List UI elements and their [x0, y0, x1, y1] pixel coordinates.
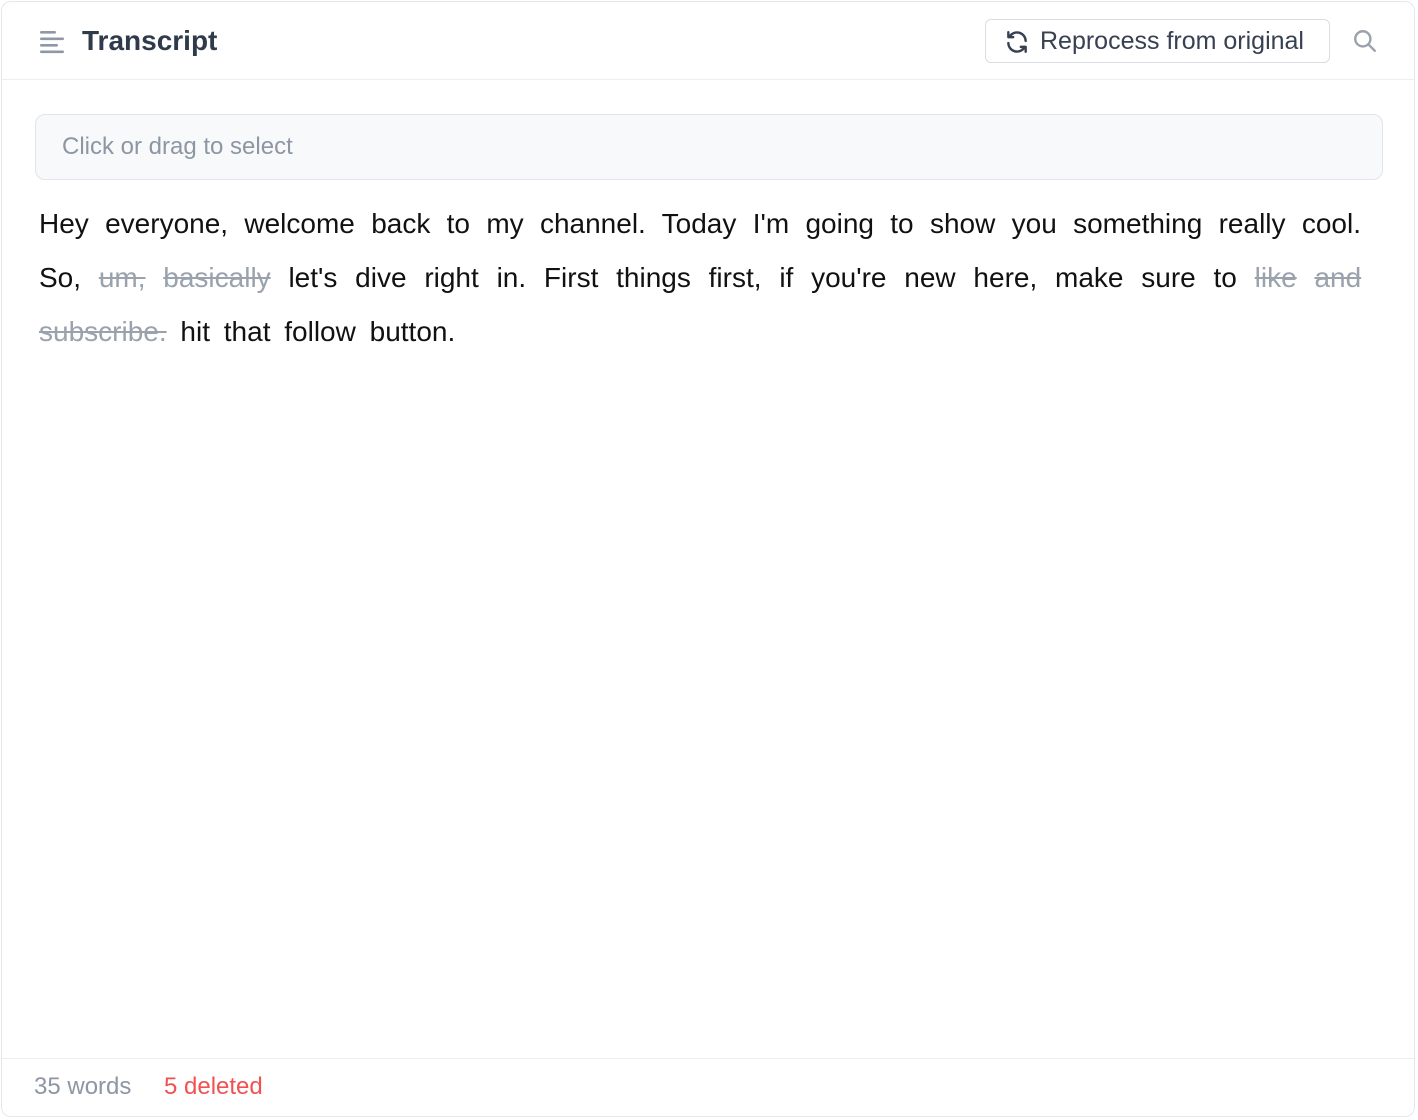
deleted-word[interactable]: and	[1314, 262, 1361, 293]
status-bar: 35 words 5 deleted	[2, 1058, 1414, 1116]
transcript-word[interactable]: going	[805, 208, 874, 239]
selection-placeholder: Click or drag to select	[62, 133, 293, 160]
transcript-word[interactable]: make	[1055, 262, 1123, 293]
word-count: 35 words	[34, 1073, 132, 1100]
transcript-word[interactable]: to	[447, 208, 470, 239]
transcript-word[interactable]: right	[424, 262, 478, 293]
transcript-word[interactable]: you	[1012, 208, 1057, 239]
transcript-word[interactable]: new	[904, 262, 955, 293]
deleted-word[interactable]: subscribe.	[39, 316, 167, 347]
reprocess-button[interactable]: Reprocess from original	[985, 19, 1330, 63]
transcript-word[interactable]: Today	[662, 208, 737, 239]
refresh-icon	[1004, 29, 1030, 55]
transcript-word[interactable]: show	[930, 208, 995, 239]
menu-lines-icon	[38, 29, 66, 55]
deleted-word[interactable]: um,	[99, 262, 146, 293]
deleted-count: 5 deleted	[164, 1073, 263, 1100]
transcript-word[interactable]: really	[1219, 208, 1286, 239]
selection-input[interactable]: Click or drag to select	[35, 114, 1383, 180]
transcript-text[interactable]: Hey everyone, welcome back to my channel…	[39, 197, 1361, 359]
transcript-word[interactable]: welcome	[244, 208, 354, 239]
transcript-word[interactable]: channel.	[540, 208, 646, 239]
deleted-word[interactable]: like	[1255, 262, 1297, 293]
transcript-word[interactable]: first,	[709, 262, 762, 293]
panel-header: Transcript Reprocess from original	[2, 2, 1414, 80]
transcript-word[interactable]: dive	[355, 262, 406, 293]
transcript-word[interactable]: things	[616, 262, 691, 293]
page-title: Transcript	[82, 25, 218, 56]
transcript-word[interactable]: button.	[370, 316, 456, 347]
transcript-word[interactable]: hit	[180, 316, 210, 347]
transcript-word[interactable]: Hey	[39, 208, 89, 239]
transcript-word[interactable]: to	[1214, 262, 1237, 293]
transcript-word[interactable]: everyone,	[105, 208, 228, 239]
transcript-word[interactable]: follow	[284, 316, 356, 347]
transcript-word[interactable]: I'm	[753, 208, 789, 239]
transcript-word[interactable]: So,	[39, 262, 81, 293]
transcript-word[interactable]: to	[890, 208, 913, 239]
transcript-word[interactable]: you're	[811, 262, 886, 293]
transcript-word[interactable]: in.	[497, 262, 527, 293]
transcript-word[interactable]: sure	[1141, 262, 1195, 293]
transcript-word[interactable]: First	[544, 262, 598, 293]
transcript-word[interactable]: something	[1073, 208, 1202, 239]
transcript-word[interactable]: let's	[288, 262, 337, 293]
transcript-word[interactable]: that	[224, 316, 271, 347]
transcript-word[interactable]: here,	[973, 262, 1037, 293]
reprocess-button-label: Reprocess from original	[1040, 27, 1304, 55]
transcript-word[interactable]: if	[779, 262, 793, 293]
deleted-word[interactable]: basically	[163, 262, 270, 293]
transcript-word[interactable]: back	[371, 208, 430, 239]
search-icon[interactable]	[1352, 28, 1378, 54]
transcript-word[interactable]: my	[486, 208, 523, 239]
transcript-panel: Transcript Reprocess from original Click…	[1, 1, 1415, 1117]
transcript-word[interactable]: cool.	[1302, 208, 1361, 239]
